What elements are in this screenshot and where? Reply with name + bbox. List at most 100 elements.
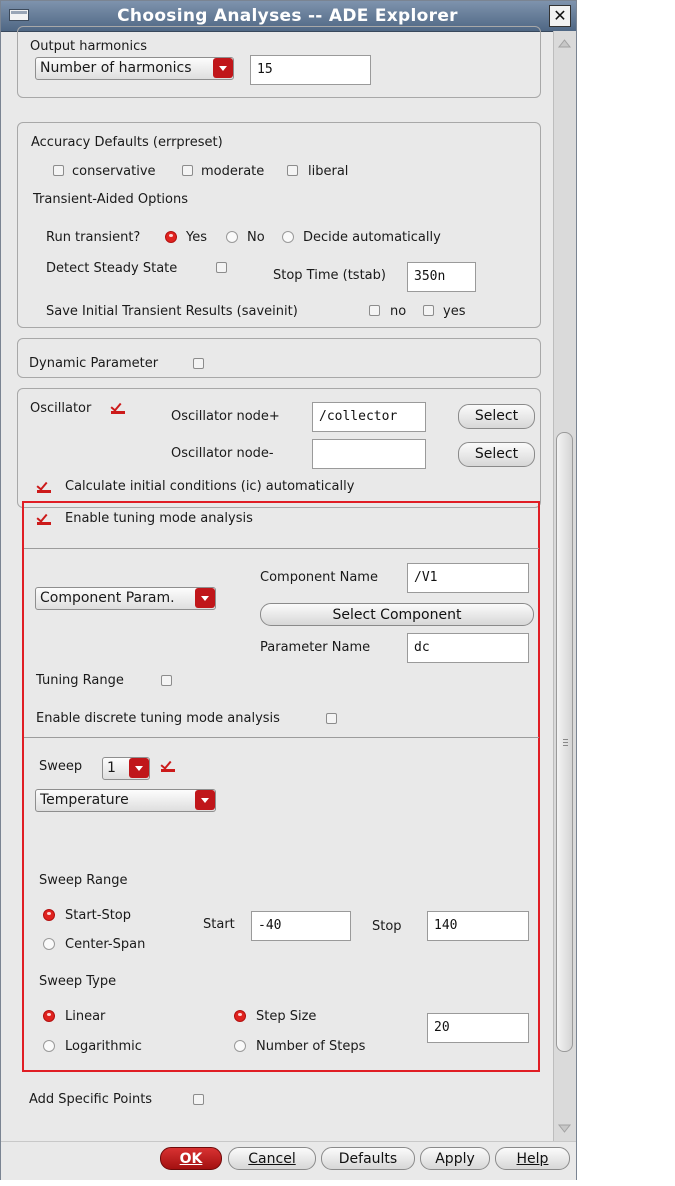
select-component-button[interactable]: Select Component: [260, 603, 534, 626]
center-span-radio[interactable]: [43, 938, 55, 950]
sweep-count-value: 1: [107, 760, 116, 776]
step-size-input[interactable]: 20: [427, 1013, 529, 1043]
harmonics-mode-value: Number of harmonics: [40, 60, 192, 76]
run-transient-auto-label: Decide automatically: [303, 230, 441, 245]
param-type-dropdown[interactable]: Component Param.: [35, 587, 216, 610]
conservative-checkbox[interactable]: [53, 165, 64, 176]
harmonics-mode-dropdown[interactable]: Number of harmonics: [35, 57, 234, 80]
scroll-grip: [563, 745, 568, 746]
stop-time-label: Stop Time (tstab): [273, 268, 386, 283]
dynamic-parameter-label: Dynamic Parameter: [29, 356, 159, 371]
chevron-down-icon[interactable]: [195, 588, 215, 608]
ok-button-label: OK: [179, 1151, 203, 1167]
start-label: Start: [203, 917, 235, 932]
save-initial-yes-checkbox[interactable]: [423, 305, 434, 316]
oscillator-node-minus-label: Oscillator node-: [171, 446, 274, 461]
logarithmic-radio[interactable]: [43, 1040, 55, 1052]
detect-steady-label: Detect Steady State: [46, 261, 178, 276]
tuning-separator: [24, 548, 539, 549]
save-initial-no-checkbox[interactable]: [369, 305, 380, 316]
save-initial-label: Save Initial Transient Results (saveinit…: [46, 304, 298, 319]
accuracy-panel: [17, 122, 541, 328]
oscillator-checkbox[interactable]: [111, 400, 125, 414]
help-button-label: Help: [516, 1151, 549, 1167]
conservative-label: conservative: [72, 164, 156, 179]
save-initial-yes-label: yes: [443, 304, 466, 319]
chevron-down-icon[interactable]: [129, 758, 149, 778]
parameter-name-label: Parameter Name: [260, 640, 371, 655]
help-button[interactable]: Help: [495, 1147, 570, 1170]
parameter-name-input[interactable]: dc: [407, 633, 529, 663]
run-transient-no-label: No: [247, 230, 265, 245]
window-title: Choosing Analyses -- ADE Explorer: [117, 6, 458, 26]
close-icon[interactable]: ✕: [549, 5, 571, 27]
sweep-variable-value: Temperature: [40, 792, 129, 808]
scroll-up-arrow-icon[interactable]: [556, 36, 573, 50]
sweep-type-label: Sweep Type: [39, 974, 117, 989]
oscillator-label: Oscillator: [30, 401, 92, 416]
stop-label: Stop: [372, 919, 402, 934]
defaults-button[interactable]: Defaults: [321, 1147, 415, 1170]
harmonics-count-input[interactable]: 15: [250, 55, 371, 85]
component-name-input[interactable]: /V1: [407, 563, 529, 593]
start-stop-label: Start-Stop: [65, 908, 132, 923]
oscillator-node-plus-input[interactable]: /collector: [312, 402, 426, 432]
tuning-range-checkbox[interactable]: [161, 675, 172, 686]
dynamic-parameter-checkbox[interactable]: [193, 358, 204, 369]
liberal-checkbox[interactable]: [287, 165, 298, 176]
accuracy-defaults-label: Accuracy Defaults (errpreset): [31, 135, 223, 150]
chevron-down-icon[interactable]: [213, 58, 233, 78]
add-specific-points-label: Add Specific Points: [29, 1092, 153, 1107]
run-transient-no-radio[interactable]: [226, 231, 238, 243]
run-transient-yes-label: Yes: [186, 230, 207, 245]
enable-tuning-checkbox[interactable]: [37, 511, 51, 525]
ok-button[interactable]: OK: [160, 1147, 222, 1170]
oscillator-node-minus-input[interactable]: [312, 439, 426, 469]
save-initial-no-label: no: [390, 304, 407, 319]
discrete-tuning-label: Enable discrete tuning mode analysis: [36, 711, 280, 726]
sweep-variable-dropdown[interactable]: Temperature: [35, 789, 216, 812]
sweep-separator: [24, 737, 539, 738]
cancel-button-label: Cancel: [248, 1151, 296, 1167]
step-size-radio[interactable]: [234, 1010, 246, 1022]
calc-ic-label: Calculate initial conditions (ic) automa…: [65, 479, 355, 494]
run-transient-yes-radio[interactable]: [165, 231, 177, 243]
sweep-start-input[interactable]: -40: [251, 911, 351, 941]
moderate-label: moderate: [201, 164, 265, 179]
scroll-grip: [563, 739, 568, 740]
select-node-plus-button[interactable]: Select: [458, 404, 535, 429]
cancel-button[interactable]: Cancel: [228, 1147, 316, 1170]
chevron-down-icon[interactable]: [195, 790, 215, 810]
liberal-label: liberal: [308, 164, 349, 179]
apply-button[interactable]: Apply: [420, 1147, 490, 1170]
linear-radio[interactable]: [43, 1010, 55, 1022]
discrete-tuning-checkbox[interactable]: [326, 713, 337, 724]
sweep-enable-checkbox[interactable]: [161, 758, 175, 772]
scroll-down-arrow-icon[interactable]: [556, 1122, 573, 1136]
moderate-checkbox[interactable]: [182, 165, 193, 176]
scrollbar-thumb[interactable]: [556, 432, 573, 1052]
sweep-stop-input[interactable]: 140: [427, 911, 529, 941]
center-span-label: Center-Span: [65, 937, 146, 952]
output-harmonics-label: Output harmonics: [30, 39, 147, 54]
stop-time-input[interactable]: 350n: [407, 262, 476, 292]
number-of-steps-radio[interactable]: [234, 1040, 246, 1052]
step-size-label: Step Size: [256, 1009, 317, 1024]
logarithmic-label: Logarithmic: [65, 1039, 142, 1054]
run-transient-label: Run transient?: [46, 230, 141, 245]
run-transient-auto-radio[interactable]: [282, 231, 294, 243]
scroll-grip: [563, 742, 568, 743]
enable-tuning-label: Enable tuning mode analysis: [65, 511, 253, 526]
select-node-minus-button[interactable]: Select: [458, 442, 535, 467]
sweep-range-label: Sweep Range: [39, 873, 128, 888]
detect-steady-checkbox[interactable]: [216, 262, 227, 273]
calc-ic-checkbox[interactable]: [37, 479, 51, 493]
component-name-label: Component Name: [260, 570, 378, 585]
transient-aided-label: Transient-Aided Options: [33, 192, 189, 207]
sweep-label: Sweep: [39, 759, 83, 774]
number-of-steps-label: Number of Steps: [256, 1039, 366, 1054]
start-stop-radio[interactable]: [43, 909, 55, 921]
add-specific-points-checkbox[interactable]: [193, 1094, 204, 1105]
linear-label: Linear: [65, 1009, 106, 1024]
tuning-range-label: Tuning Range: [36, 673, 124, 688]
